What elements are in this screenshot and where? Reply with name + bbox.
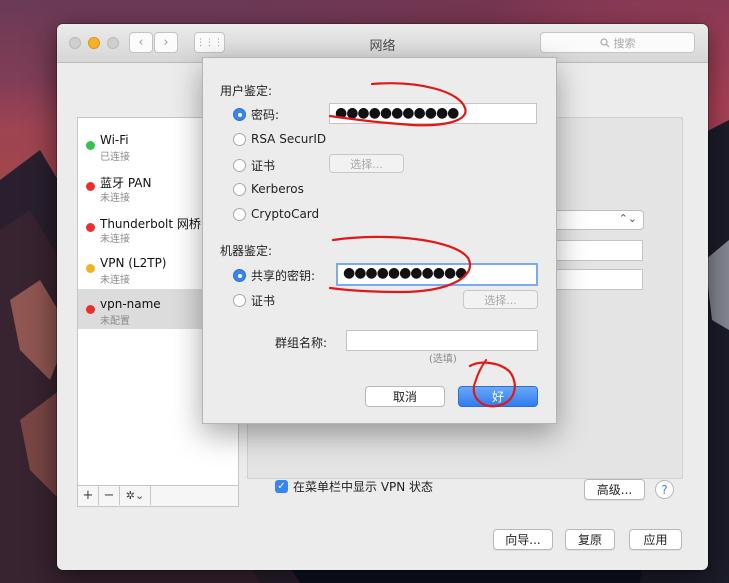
service-name: vpn-name	[100, 297, 161, 311]
status-dot	[86, 182, 95, 191]
radio-certificate[interactable]: 证书	[233, 157, 275, 174]
select-machine-certificate-button[interactable]: 选择...	[463, 290, 538, 309]
select-certificate-button[interactable]: 选择...	[329, 154, 404, 173]
gear-icon: ✲⌄	[125, 489, 145, 502]
password-field[interactable]: ●●●●●●●●●●●	[329, 103, 537, 124]
minus-icon: −	[103, 488, 115, 503]
radio-label: CryptoCard	[251, 207, 320, 221]
ok-button[interactable]: 好	[458, 386, 538, 407]
radio-machine-certificate[interactable]: 证书	[233, 292, 275, 309]
revert-button[interactable]: 复原	[565, 529, 615, 550]
server-address-field[interactable]	[543, 240, 643, 261]
shared-secret-field[interactable]: ●●●●●●●●●●●	[336, 263, 538, 286]
service-name: Wi-Fi	[100, 133, 129, 147]
question-icon: ?	[661, 482, 668, 497]
radio-label: 证书	[251, 294, 276, 308]
radio-label: Kerberos	[251, 182, 304, 196]
help-button[interactable]: ?	[655, 480, 674, 499]
updown-icon: ⌃⌄	[618, 212, 637, 225]
service-status: 未连接	[100, 193, 130, 204]
radio-label: 共享的密钥:	[251, 269, 316, 283]
radio-label: 证书	[251, 159, 276, 173]
remove-service-button[interactable]: −	[99, 486, 120, 505]
search-placeholder: 搜索	[613, 36, 636, 50]
radio-icon	[233, 182, 246, 196]
machine-auth-heading: 机器鉴定:	[220, 244, 273, 258]
radio-icon	[233, 207, 246, 221]
plus-icon: +	[82, 488, 94, 503]
apply-button[interactable]: 应用	[629, 529, 682, 550]
advanced-button[interactable]: 高级...	[584, 479, 645, 500]
optional-hint: (选填)	[429, 354, 457, 365]
checkmark-icon: ✓	[275, 480, 288, 493]
service-status: 未连接	[100, 234, 130, 245]
radio-label: 密码:	[251, 108, 280, 122]
radio-kerberos[interactable]: Kerberos	[233, 182, 304, 196]
show-vpn-status-checkbox[interactable]: ✓ 在菜单栏中显示 VPN 状态	[275, 478, 433, 495]
account-name-field[interactable]	[543, 269, 643, 290]
service-list-toolbar: + − ✲⌄	[77, 486, 239, 507]
radio-icon	[233, 132, 246, 146]
user-auth-heading: 用户鉴定:	[220, 84, 273, 98]
radio-icon	[233, 159, 246, 172]
group-name-field[interactable]	[346, 330, 538, 351]
status-dot	[86, 223, 95, 232]
authentication-sheet: 用户鉴定: 密码: ●●●●●●●●●●● RSA SecurID 证书 选择.…	[202, 57, 557, 424]
service-status: 已连接	[100, 152, 130, 163]
search-field[interactable]: 搜索	[540, 32, 695, 53]
action-menu-button[interactable]: ✲⌄	[120, 486, 151, 505]
show-vpn-status-label: 在菜单栏中显示 VPN 状态	[293, 480, 434, 494]
search-icon	[599, 37, 609, 47]
radio-selected-icon	[233, 269, 246, 282]
status-dot	[86, 305, 95, 314]
radio-selected-icon	[233, 108, 246, 121]
service-status: 未配置	[100, 316, 130, 327]
assistant-button[interactable]: 向导...	[493, 529, 553, 550]
add-service-button[interactable]: +	[78, 486, 99, 505]
cancel-button[interactable]: 取消	[365, 386, 445, 407]
service-status: 未连接	[100, 275, 130, 286]
radio-cryptocard[interactable]: CryptoCard	[233, 207, 319, 221]
radio-password[interactable]: 密码:	[233, 106, 279, 123]
service-name: VPN (L2TP)	[100, 256, 167, 270]
radio-label: RSA SecurID	[251, 132, 327, 146]
group-name-label: 群组名称:	[275, 336, 328, 350]
radio-icon	[233, 294, 246, 307]
status-dot	[86, 264, 95, 273]
radio-shared-secret[interactable]: 共享的密钥:	[233, 267, 315, 284]
status-dot	[86, 141, 95, 150]
radio-rsa-securid[interactable]: RSA SecurID	[233, 132, 326, 146]
